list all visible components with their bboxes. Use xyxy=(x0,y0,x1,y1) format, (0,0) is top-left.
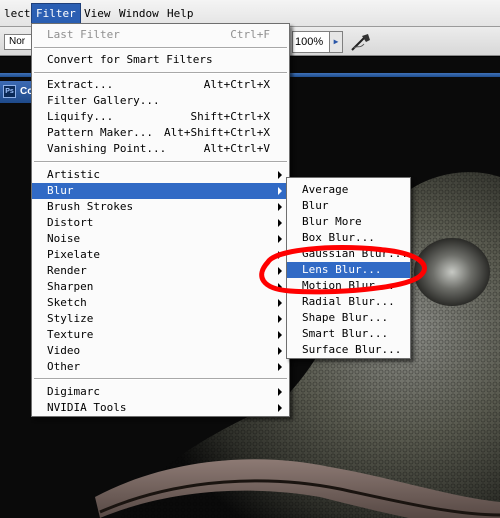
menu-item-label: Pixelate xyxy=(47,248,100,261)
menu-item-label: Pattern Maker... xyxy=(47,126,153,139)
menu-item-label: Extract... xyxy=(47,78,114,91)
blur-submenu: Average Blur Blur More Box Blur... Gauss… xyxy=(286,177,411,359)
zoom-input[interactable]: 100% xyxy=(292,31,330,53)
submenu-arrow-icon xyxy=(278,187,282,195)
menu-item-digimarc[interactable]: Digimarc xyxy=(32,384,289,400)
blur-item-lens-blur[interactable]: Lens Blur... xyxy=(287,262,410,278)
menu-item-pixelate[interactable]: Pixelate xyxy=(32,247,289,263)
menu-item-noise[interactable]: Noise xyxy=(32,231,289,247)
menu-filter[interactable]: Filter xyxy=(31,3,81,24)
menu-item-last-filter: Last Filter Ctrl+F xyxy=(32,27,289,43)
menu-item-label: Last Filter xyxy=(47,28,120,41)
menu-item-liquify[interactable]: Liquify... Shift+Ctrl+X xyxy=(32,109,289,125)
submenu-arrow-icon xyxy=(278,171,282,179)
menu-item-label: Filter Gallery... xyxy=(47,94,160,107)
filter-menu: Last Filter Ctrl+F Convert for Smart Fil… xyxy=(31,23,290,417)
menu-item-texture[interactable]: Texture xyxy=(32,327,289,343)
submenu-arrow-icon xyxy=(278,363,282,371)
menu-item-extract[interactable]: Extract... Alt+Ctrl+X xyxy=(32,77,289,93)
menu-shortcut: Alt+Ctrl+V xyxy=(203,142,270,155)
menu-item-label: Texture xyxy=(47,328,94,341)
menu-shortcut: Alt+Shift+Ctrl+X xyxy=(164,126,270,139)
submenu-arrow-icon xyxy=(278,219,282,227)
menu-item-label: Liquify... xyxy=(47,110,114,123)
menu-separator xyxy=(34,378,287,380)
menu-item-label: Digimarc xyxy=(47,385,100,398)
blur-item-blur[interactable]: Blur xyxy=(287,198,410,214)
menu-item-label: Video xyxy=(47,344,81,357)
submenu-arrow-icon xyxy=(278,267,282,275)
photoshop-icon: Ps xyxy=(3,85,16,98)
menu-item-label: Sketch xyxy=(47,296,87,309)
menu-item-other[interactable]: Other xyxy=(32,359,289,375)
blur-item-radial-blur[interactable]: Radial Blur... xyxy=(287,294,410,310)
menu-item-vanishing-point[interactable]: Vanishing Point... Alt+Ctrl+V xyxy=(32,141,289,157)
blur-item-smart-blur[interactable]: Smart Blur... xyxy=(287,326,410,342)
submenu-arrow-icon xyxy=(278,299,282,307)
blur-item-shape-blur[interactable]: Shape Blur... xyxy=(287,310,410,326)
menu-help[interactable]: Help xyxy=(163,3,198,24)
menu-separator xyxy=(34,72,287,74)
menu-item-blur[interactable]: Blur xyxy=(32,183,289,199)
submenu-arrow-icon xyxy=(278,331,282,339)
blur-item-average[interactable]: Average xyxy=(287,182,410,198)
blur-item-box-blur[interactable]: Box Blur... xyxy=(287,230,410,246)
menu-item-video[interactable]: Video xyxy=(32,343,289,359)
menu-select[interactable]: lect xyxy=(0,3,35,24)
submenu-arrow-icon xyxy=(278,235,282,243)
menu-item-pattern-maker[interactable]: Pattern Maker... Alt+Shift+Ctrl+X xyxy=(32,125,289,141)
menu-separator xyxy=(34,161,287,163)
submenu-arrow-icon xyxy=(278,388,282,396)
blur-item-motion-blur[interactable]: Motion Blur... xyxy=(287,278,410,294)
menu-shortcut: Alt+Ctrl+X xyxy=(203,78,270,91)
blur-item-blur-more[interactable]: Blur More xyxy=(287,214,410,230)
menu-shortcut: Shift+Ctrl+X xyxy=(190,110,270,123)
menu-item-label: Brush Strokes xyxy=(47,200,134,213)
menu-window[interactable]: Window xyxy=(115,3,163,24)
menu-separator xyxy=(34,47,287,49)
menu-item-label: Sharpen xyxy=(47,280,94,293)
airbrush-icon[interactable] xyxy=(348,30,374,54)
submenu-arrow-icon xyxy=(278,315,282,323)
menu-item-artistic[interactable]: Artistic xyxy=(32,167,289,183)
menu-item-render[interactable]: Render xyxy=(32,263,289,279)
menu-item-label: Stylize xyxy=(47,312,94,325)
menu-item-label: Artistic xyxy=(47,168,100,181)
submenu-arrow-icon xyxy=(278,283,282,291)
menu-shortcut: Ctrl+F xyxy=(230,28,270,41)
menu-item-label: Render xyxy=(47,264,87,277)
submenu-arrow-icon xyxy=(278,404,282,412)
menu-item-label: Blur xyxy=(47,184,74,197)
blur-item-surface-blur[interactable]: Surface Blur... xyxy=(287,342,410,358)
submenu-arrow-icon xyxy=(278,203,282,211)
menu-item-distort[interactable]: Distort xyxy=(32,215,289,231)
menu-item-filter-gallery[interactable]: Filter Gallery... xyxy=(32,93,289,109)
submenu-arrow-icon xyxy=(278,347,282,355)
mode-select[interactable]: Nor xyxy=(4,34,34,50)
menu-item-stylize[interactable]: Stylize xyxy=(32,311,289,327)
triangle-right-icon[interactable]: ▶ xyxy=(329,31,343,53)
menu-item-convert-smart-filters[interactable]: Convert for Smart Filters xyxy=(32,52,289,68)
menu-item-label: Vanishing Point... xyxy=(47,142,167,155)
submenu-arrow-icon xyxy=(278,251,282,259)
menu-item-sharpen[interactable]: Sharpen xyxy=(32,279,289,295)
menu-item-label: Other xyxy=(47,360,81,373)
menu-item-label: Distort xyxy=(47,216,94,229)
blur-item-gaussian-blur[interactable]: Gaussian Blur... xyxy=(287,246,410,262)
menu-view[interactable]: View xyxy=(80,3,115,24)
menu-item-sketch[interactable]: Sketch xyxy=(32,295,289,311)
menu-item-nvidia-tools[interactable]: NVIDIA Tools xyxy=(32,400,289,416)
menu-item-label: NVIDIA Tools xyxy=(47,401,127,414)
menu-item-label: Noise xyxy=(47,232,81,245)
menu-item-brush-strokes[interactable]: Brush Strokes xyxy=(32,199,289,215)
